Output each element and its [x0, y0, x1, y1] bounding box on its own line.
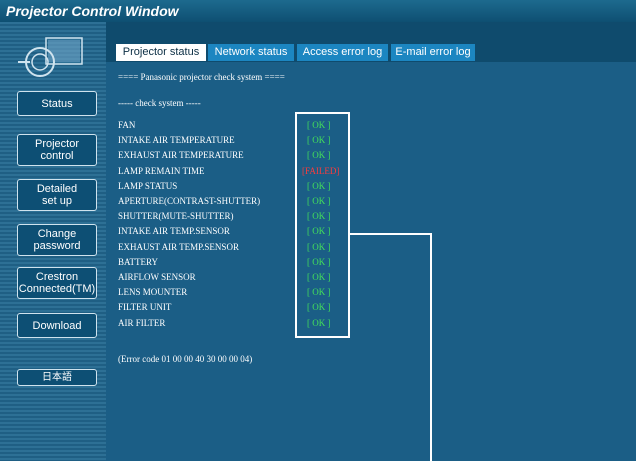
tab-access-error-log[interactable]: Access error log	[297, 44, 388, 61]
change-password-button-line1: Change	[37, 228, 77, 240]
status-item-label: INTAKE AIR TEMPERATURE	[118, 135, 235, 146]
projector-control-button-line2: control	[40, 150, 74, 162]
tab-projector-status[interactable]: Projector status	[116, 44, 206, 61]
status-item-label: INTAKE AIR TEMP.SENSOR	[118, 226, 230, 237]
projector-logo-icon	[18, 37, 83, 77]
detailed-setup-button-line2: set up	[42, 195, 72, 207]
status-button-label: Status	[41, 97, 73, 110]
status-item-label: FAN	[118, 120, 136, 130]
status-highlight-box	[295, 112, 350, 338]
tab-network-status-label: Network status	[214, 46, 288, 58]
status-item-label: LENS MOUNTER	[118, 287, 188, 298]
crestron-button-line2: Connected(TM)	[18, 283, 96, 295]
change-password-button-line2: password	[33, 240, 81, 252]
check-system-subheader: ----- check system -----	[118, 98, 201, 108]
error-code: (Error code 01 00 00 40 30 00 00 04)	[118, 354, 253, 364]
status-item-label: APERTURE(CONTRAST-SHUTTER)	[118, 196, 261, 206]
status-item-label: EXHAUST AIR TEMP.SENSOR	[118, 241, 239, 252]
tab-email-error-log[interactable]: E-mail error log	[391, 44, 475, 61]
check-system-header: ==== Panasonic projector check system ==…	[118, 72, 285, 82]
status-item-label: FILTER UNIT	[118, 302, 172, 313]
sidebar: Status Projector control Detailed set up…	[0, 22, 106, 461]
status-item-label: BATTERY	[118, 256, 159, 267]
status-item-label: LAMP REMAIN TIME	[118, 165, 205, 176]
status-item-label: SHUTTER(MUTE-SHUTTER)	[118, 211, 234, 222]
japanese-language-label: 日本語	[42, 371, 72, 383]
projector-control-button[interactable]: Projector control	[17, 134, 97, 166]
projector-control-button-line1: Projector	[34, 138, 80, 150]
tab-email-error-log-label: E-mail error log	[395, 46, 471, 58]
detailed-setup-button-line1: Detailed	[36, 183, 78, 195]
change-password-button[interactable]: Change password	[17, 224, 97, 256]
detailed-setup-button[interactable]: Detailed set up	[17, 179, 97, 211]
japanese-language-button[interactable]: 日本語	[17, 369, 97, 386]
crestron-connected-button[interactable]: Crestron Connected(TM)	[17, 267, 97, 299]
tab-network-status[interactable]: Network status	[208, 44, 294, 61]
status-item-label: EXHAUST AIR TEMPERATURE	[118, 150, 244, 161]
download-button[interactable]: Download	[17, 313, 97, 338]
status-item-label: AIR FILTER	[118, 317, 166, 328]
status-item-label: LAMP STATUS	[118, 180, 178, 191]
download-button-label: Download	[32, 319, 82, 332]
callout-line-horizontal	[350, 233, 432, 235]
tab-projector-status-label: Projector status	[122, 46, 200, 58]
status-button[interactable]: Status	[17, 91, 97, 116]
status-item-label: AIRFLOW SENSOR	[118, 272, 196, 282]
status-content-panel	[106, 62, 636, 461]
callout-line-vertical	[430, 233, 432, 461]
window-title: Projector Control Window	[0, 0, 636, 22]
crestron-button-line1: Crestron	[35, 271, 79, 283]
tab-access-error-log-label: Access error log	[302, 46, 383, 58]
